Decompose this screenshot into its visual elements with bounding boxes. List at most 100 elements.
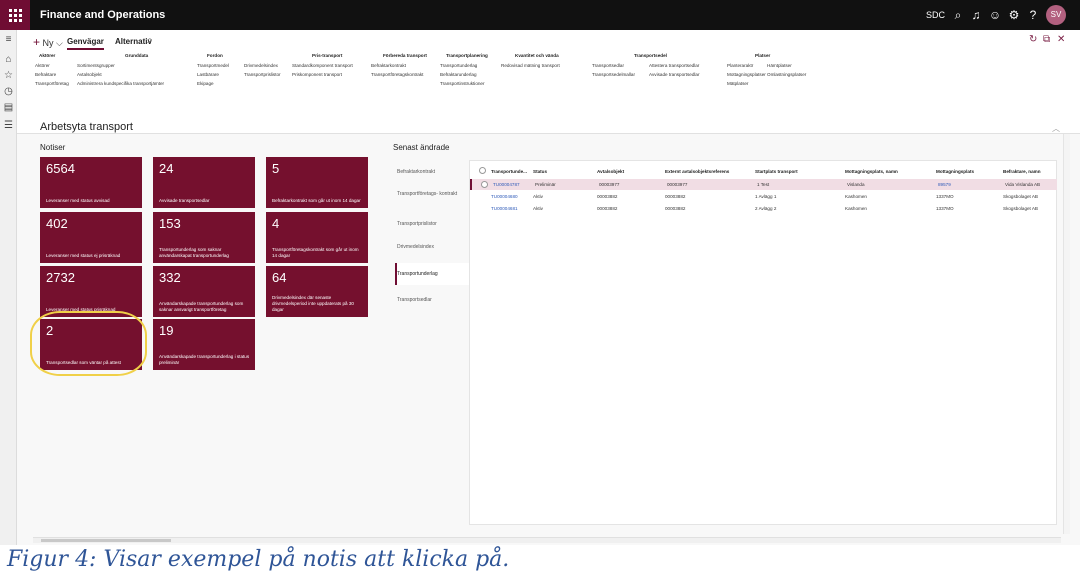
menu-item[interactable]: Transportföretag <box>35 81 69 86</box>
screenshot: Finance and Operations SDC ⌕ ♫ ☺ ⚙ ? SV … <box>0 0 1080 545</box>
tab-genvagar[interactable]: Genvägar <box>67 37 104 50</box>
menu-item[interactable]: Priskomponent transport <box>292 72 342 77</box>
menu-item[interactable]: Transportinstruktioner <box>440 81 485 86</box>
column-header[interactable]: Mottagningsplats <box>936 169 974 174</box>
table-cell: Preliminär <box>535 182 556 187</box>
workspaces-icon[interactable]: ▤ <box>3 102 14 113</box>
tab-transportunderlag[interactable]: Transportunderlag <box>397 271 467 278</box>
menu-item[interactable]: Befraktare <box>35 72 56 77</box>
menu-item[interactable]: Mätplatser <box>727 81 748 86</box>
new-button[interactable]: + Ny ⌵ <box>33 35 63 49</box>
column-header[interactable]: Avtalsobjekt <box>597 169 624 174</box>
menu-item[interactable]: Avtalsobjekt <box>77 72 102 77</box>
tile-drivmedelsindex-ej-uppdaterat[interactable]: 64 Drivmedelsindex där senaste drivmedel… <box>266 266 368 317</box>
menu-item[interactable]: Befraktarkontrakt <box>371 63 406 68</box>
menu-item[interactable]: Hämtplatser <box>767 63 792 68</box>
menu-item[interactable]: Attesterа transportsedlar <box>649 63 699 68</box>
select-all-radio[interactable] <box>479 167 486 174</box>
home-icon[interactable]: ⌂ <box>3 54 14 65</box>
group-title: Fordon <box>207 53 223 58</box>
table-row[interactable]: TU00004681 Aktiv 00003882 00003882 2 Avl… <box>470 203 1057 214</box>
menu-item[interactable]: Mottagningsplatser <box>727 72 766 77</box>
table-row[interactable]: TU00004680 Aktiv 00003882 00003882 1 Avl… <box>470 191 1057 202</box>
table-cell: 00003882 <box>665 206 686 211</box>
table-cell: 00003977 <box>667 182 688 187</box>
tab-transportsedlar[interactable]: Transportsedlar <box>397 297 467 304</box>
menu-item[interactable]: Standardkomponent transport <box>292 63 353 68</box>
tab-transportforetagskontrakt[interactable]: Transportföretags- kontrakt <box>397 191 467 198</box>
group-title: Grunddata <box>125 53 149 58</box>
company-picker[interactable]: SDC <box>926 10 945 20</box>
refresh-icon[interactable]: ↻ <box>1029 34 1037 45</box>
menu-item[interactable]: Transportföretagskontrakt <box>371 72 423 77</box>
tile-count: 6564 <box>46 161 75 176</box>
table-cell[interactable]: TU00004787 <box>493 182 520 187</box>
transportunderlag-grid: Transportunde... Status Avtalsobjekt Ext… <box>469 160 1057 525</box>
table-cell[interactable]: 89579 <box>938 182 951 187</box>
table-cell[interactable]: TU00004681 <box>491 206 518 211</box>
navigation-rail: ≡ ⌂ ☆ ◷ ▤ ☰ <box>0 30 17 545</box>
hamburger-icon[interactable]: ≡ <box>3 34 14 45</box>
vertical-scrollbar[interactable] <box>1063 134 1070 534</box>
table-cell: 1 Avlägg 1 <box>755 194 777 199</box>
modules-icon[interactable]: ☰ <box>3 120 14 131</box>
column-header[interactable]: Startplats transport <box>755 169 798 174</box>
menu-item[interactable]: Transportunderlag <box>440 63 477 68</box>
table-cell[interactable]: TU00004680 <box>491 194 518 199</box>
tile-anvandarskapade-preliminar[interactable]: 19 Användarskapade transportunderlag i s… <box>153 319 255 370</box>
menu-item[interactable]: Drivmedelsindex <box>244 63 278 68</box>
app-launcher-icon[interactable] <box>0 0 30 30</box>
column-header[interactable]: Externt avtalsobjektsreferens <box>665 169 729 174</box>
avatar[interactable]: SV <box>1046 5 1066 25</box>
help-icon[interactable]: ? <box>1025 7 1041 23</box>
table-cell: 1337MO <box>936 206 954 211</box>
app-title[interactable]: Finance and Operations <box>40 9 165 21</box>
table-row[interactable]: TU00004787 Preliminär 00003977 00003977 … <box>470 179 1057 190</box>
menu-item[interactable]: Ekipage <box>197 81 214 86</box>
menu-item[interactable]: Avvisade transportsedlar <box>649 72 699 77</box>
favorites-icon[interactable]: ☆ <box>3 70 14 81</box>
settings-icon[interactable]: ⚙ <box>1006 7 1022 23</box>
menu-item[interactable]: Transportprislistor <box>244 72 281 77</box>
menu-item[interactable]: Transportmedel <box>197 63 229 68</box>
tile-avvisade-transportsedlar[interactable]: 24 Avvisade transportsedlar <box>153 157 255 208</box>
column-header[interactable]: Transportunde... <box>491 169 527 174</box>
menu-item[interactable]: Redovisad mätning transport <box>501 63 560 68</box>
notifications-icon[interactable]: ♫ <box>968 7 984 23</box>
horizontal-scrollbar[interactable] <box>33 537 1061 543</box>
tile-transportunderlag-saknar[interactable]: 153 Transportunderlag som saknar använda… <box>153 212 255 263</box>
scrollbar-thumb[interactable] <box>41 539 171 542</box>
close-icon[interactable]: ✕ <box>1057 34 1065 45</box>
menu-item[interactable]: Sortimentsgrupper <box>77 63 115 68</box>
row-select-radio[interactable] <box>481 181 488 188</box>
tile-label: Transportföretagskontrakt som går ut ino… <box>272 247 359 258</box>
tab-befraktarkontrakt[interactable]: Befraktarkontrakt <box>397 169 467 176</box>
feedback-icon[interactable]: ☺ <box>987 7 1003 23</box>
menu-item[interactable]: Befraktarunderlag <box>440 72 477 77</box>
menu-item[interactable]: Transportsedlar <box>592 63 624 68</box>
column-header[interactable]: Mottagningsplats, namn <box>845 169 898 174</box>
chevron-up-icon[interactable]: ︿ <box>1052 123 1060 134</box>
tab-transportprislistor[interactable]: Transportprislistor <box>397 221 467 228</box>
menu-item[interactable]: Omlastningsplatser <box>767 72 806 77</box>
recent-icon[interactable]: ◷ <box>3 86 14 97</box>
tab-drivmedelsindex[interactable]: Drivmedelsindex <box>397 244 467 251</box>
tile-anvandarskapade-saknar-foretag[interactable]: 332 Användarskapade transportunderlag so… <box>153 266 255 317</box>
menu-item[interactable]: Aktörer <box>35 63 50 68</box>
column-header[interactable]: Befraktare, namn <box>1003 169 1041 174</box>
menu-item[interactable]: Administrera kundspecifika transportjämt… <box>77 81 164 86</box>
menu-item[interactable]: Planteraraktr <box>727 63 753 68</box>
tile-count: 4 <box>272 216 280 231</box>
section-title-notiser: Notiser <box>40 143 66 152</box>
search-icon[interactable]: ⌕ <box>950 7 966 23</box>
menu-item[interactable]: Transportsedelmallar <box>592 72 635 77</box>
tile-befraktarkontrakt-utgar[interactable]: 5 Befraktarkontrakt som går ut inom 14 d… <box>266 157 368 208</box>
tile-leveranser-ej-prisraknad[interactable]: 402 Leveranser med status ej prisräknad <box>40 212 142 263</box>
menu-item[interactable]: Lastbärare <box>197 72 219 77</box>
search-icon[interactable]: ⌕ <box>147 35 153 46</box>
tile-leveranser-prisraknad[interactable]: 2732 Leveranser med status prisräknad <box>40 266 142 317</box>
tile-leveranser-avvisad[interactable]: 6564 Leveranser med status avvisad <box>40 157 142 208</box>
open-new-window-icon[interactable]: ⧉ <box>1043 34 1050 45</box>
column-header[interactable]: Status <box>533 169 547 174</box>
tile-transportforetagskontrakt-utgar[interactable]: 4 Transportföretagskontrakt som går ut i… <box>266 212 368 263</box>
